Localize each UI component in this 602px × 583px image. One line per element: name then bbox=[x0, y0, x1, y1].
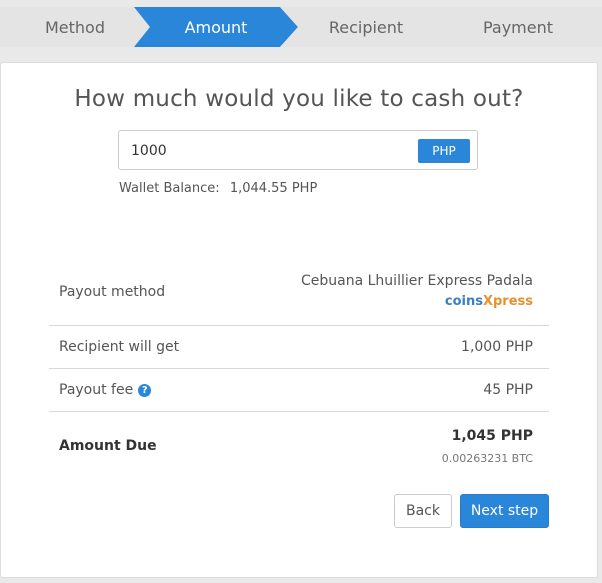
step-amount-label: Amount bbox=[184, 17, 248, 37]
wallet-balance-label: Wallet Balance: bbox=[119, 181, 220, 196]
page-title: How much would you like to cash out? bbox=[74, 86, 524, 112]
step-recipient[interactable]: Recipient bbox=[280, 7, 452, 47]
wallet-balance: Wallet Balance: 1,044.55 PHP bbox=[119, 181, 317, 196]
amount-due-label: Amount Due bbox=[59, 437, 157, 454]
payout-provider-name: Cebuana Lhuillier Express Padala bbox=[301, 273, 533, 289]
payout-fee-label-wrap: Payout fee ? bbox=[59, 382, 152, 398]
currency-badge[interactable]: PHP bbox=[418, 139, 470, 163]
payout-fee-value: 45 PHP bbox=[483, 382, 533, 398]
summary-row-payout-method: Payout method Cebuana Lhuillier Express … bbox=[49, 259, 549, 326]
payout-method-label: Payout method bbox=[59, 284, 166, 300]
step-payment-label: Payment bbox=[482, 17, 554, 37]
cash-out-card: How much would you like to cash out? PHP… bbox=[0, 62, 598, 578]
amount-due-php: 1,045 PHP bbox=[451, 428, 533, 444]
recipient-gets-label: Recipient will get bbox=[59, 339, 180, 355]
back-button[interactable]: Back bbox=[394, 494, 452, 528]
step-amount[interactable]: Amount bbox=[134, 7, 298, 47]
step-recipient-label: Recipient bbox=[328, 17, 404, 37]
amount-due-btc: 0.00263231 BTC bbox=[441, 452, 533, 465]
payout-fee-label: Payout fee bbox=[59, 382, 134, 398]
wallet-balance-value: 1,044.55 PHP bbox=[229, 181, 318, 196]
coinsxpress-logo: coinsXpress bbox=[301, 291, 533, 313]
next-step-button[interactable]: Next step bbox=[460, 494, 549, 528]
amount-field[interactable]: PHP bbox=[118, 130, 478, 170]
progress-stepper: Method Amount Recipient Payment bbox=[0, 7, 602, 47]
step-payment[interactable]: Payment bbox=[434, 7, 602, 47]
brand-coins: coins bbox=[444, 294, 483, 309]
question-circle-icon[interactable]: ? bbox=[138, 383, 152, 397]
amount-input[interactable] bbox=[131, 140, 411, 162]
summary-table: Payout method Cebuana Lhuillier Express … bbox=[49, 259, 549, 479]
summary-row-amount-due: Amount Due 1,045 PHP 0.00263231 BTC bbox=[49, 412, 549, 479]
recipient-gets-value: 1,000 PHP bbox=[461, 339, 533, 355]
amount-due-value: 1,045 PHP 0.00263231 BTC bbox=[442, 426, 533, 465]
brand-xpress: Xpress bbox=[482, 294, 533, 309]
summary-row-payout-fee: Payout fee ? 45 PHP bbox=[49, 369, 549, 412]
summary-row-recipient: Recipient will get 1,000 PHP bbox=[49, 326, 549, 369]
step-method-label: Method bbox=[44, 17, 105, 37]
step-method[interactable]: Method bbox=[0, 7, 150, 47]
payout-method-value: Cebuana Lhuillier Express Padala coinsXp… bbox=[301, 271, 533, 313]
